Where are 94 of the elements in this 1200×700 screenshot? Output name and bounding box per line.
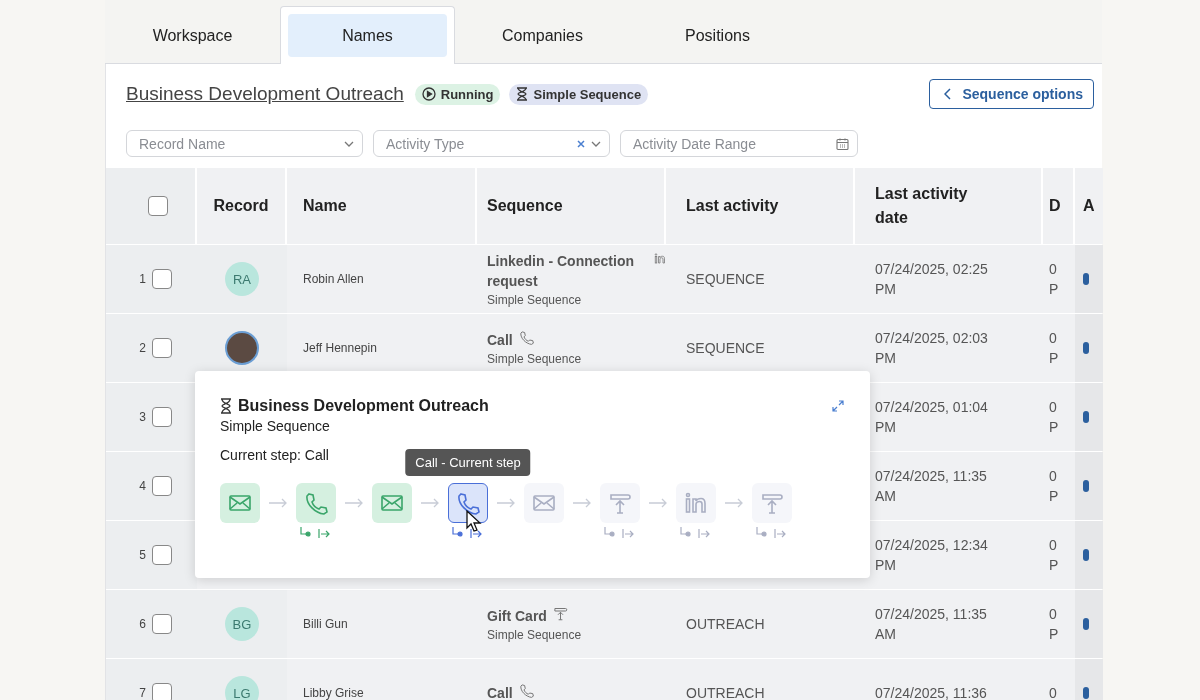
calendar-icon — [836, 137, 849, 150]
step-button[interactable] — [220, 483, 260, 523]
last-activity-text: OUTREACH — [686, 684, 765, 700]
date-text: 07/24/2025, 02:03 PM — [875, 329, 989, 368]
step-button[interactable] — [524, 483, 564, 523]
row-checkbox[interactable] — [152, 338, 172, 358]
hourglass-icon — [220, 398, 232, 414]
initials-avatar: LG — [225, 676, 259, 700]
date-text: 0 P — [1049, 605, 1060, 644]
hourglass-icon — [516, 87, 529, 101]
play-circle-icon — [421, 87, 436, 101]
column-header: Last activity date — [875, 184, 969, 228]
row-number: 3 — [139, 410, 146, 424]
sequence-title-link[interactable]: Business Development Outreach — [126, 83, 404, 105]
current-step-text: Current step: Call — [220, 447, 329, 463]
name-text: Robin Allen — [303, 272, 364, 286]
row-checkbox[interactable] — [152, 545, 172, 565]
name-text: Jeff Hennepin — [303, 341, 377, 355]
sequence-step-text: Gift Card — [487, 607, 547, 626]
date-text: 0 P — [1049, 260, 1060, 299]
arrow-right-icon — [724, 498, 744, 508]
row-checkbox[interactable] — [152, 407, 172, 427]
row-checkbox[interactable] — [152, 269, 172, 289]
date-text: 0 P — [1049, 467, 1060, 506]
row-number: 7 — [139, 686, 146, 700]
last-activity-text: SEQUENCE — [686, 270, 765, 289]
date-text: 07/24/2025, 11:35 AM — [875, 467, 988, 506]
tab[interactable]: Names — [280, 6, 455, 64]
date-text: 0 — [1049, 684, 1058, 700]
initials-avatar: BG — [225, 607, 259, 641]
popup-subtitle: Simple Sequence — [220, 418, 331, 434]
sequence-options-button[interactable]: Sequence options — [929, 79, 1094, 109]
arrow-right-icon — [268, 498, 288, 508]
date-text: 07/24/2025, 01:04 PM — [875, 398, 989, 437]
tab[interactable]: Workspace — [105, 6, 280, 64]
date-text: 07/24/2025, 12:34 PM — [875, 536, 989, 575]
column-header: Last activity — [686, 197, 779, 215]
chevron-down-icon — [344, 140, 354, 147]
date-text: 07/24/2025, 11:36 — [875, 684, 987, 700]
row-number: 5 — [139, 548, 146, 562]
arrow-right-icon — [344, 498, 364, 508]
arrow-right-icon — [572, 498, 592, 508]
name-text: Billi Gun — [303, 617, 348, 631]
step-button[interactable] — [676, 483, 716, 523]
row-number: 2 — [139, 341, 146, 355]
sequence-step-text: Call — [487, 684, 513, 700]
step-button[interactable] — [752, 483, 792, 523]
step-button[interactable] — [600, 483, 640, 523]
sequence-step-text: Linkedin - Connection request — [487, 252, 635, 291]
tab[interactable]: Companies — [455, 6, 630, 64]
arrow-right-icon — [496, 498, 516, 508]
filter-field[interactable]: Activity Type — [373, 130, 610, 157]
tab[interactable]: Positions — [630, 6, 805, 64]
filter-field[interactable]: Record Name — [126, 130, 363, 157]
sequence-type-badge: Simple Sequence — [509, 83, 649, 105]
select-all-checkbox[interactable] — [148, 196, 168, 216]
initials-avatar: RA — [225, 262, 259, 296]
row-number: 6 — [139, 617, 146, 631]
row-checkbox[interactable] — [152, 614, 172, 634]
step-button[interactable] — [372, 483, 412, 523]
column-header: Record — [213, 197, 269, 215]
step-button[interactable] — [296, 483, 336, 523]
date-text: 0 P — [1049, 398, 1060, 437]
popup-title: Business Development Outreach — [238, 397, 489, 415]
arrow-right-icon — [648, 498, 668, 508]
arrow-right-icon — [420, 498, 440, 508]
last-activity-text: OUTREACH — [686, 615, 765, 634]
chevron-left-icon — [944, 88, 953, 100]
chevron-down-icon — [591, 140, 601, 147]
column-header: D — [1049, 197, 1061, 215]
expand-icon[interactable] — [832, 400, 844, 412]
last-activity-text: SEQUENCE — [686, 339, 765, 358]
date-text: 07/24/2025, 11:35 AM — [875, 605, 988, 644]
sequence-step-text: Call — [487, 331, 513, 350]
sequence-name-text: Simple Sequence — [487, 628, 582, 642]
row-number: 1 — [139, 272, 146, 286]
date-text: 0 P — [1049, 329, 1060, 368]
row-checkbox[interactable] — [152, 683, 172, 700]
tooltip: Call - Current step — [405, 449, 531, 476]
filter-field[interactable]: Activity Date Range — [620, 130, 858, 157]
date-text: 07/24/2025, 02:25 PM — [875, 260, 989, 299]
photo-placeholder — [225, 331, 259, 365]
date-text: 0 P — [1049, 536, 1060, 575]
column-header: Name — [303, 197, 347, 215]
name-text: Libby Grise — [303, 686, 364, 700]
sequence-name-text: Simple Sequence — [487, 352, 582, 366]
mouse-cursor-icon — [466, 510, 482, 532]
row-checkbox[interactable] — [152, 476, 172, 496]
column-header: Sequence — [487, 197, 563, 215]
column-header: A — [1083, 197, 1095, 215]
row-number: 4 — [139, 479, 146, 493]
sequence-name-text: Simple Sequence — [487, 293, 582, 307]
clear-icon[interactable] — [577, 139, 585, 148]
status-badge: Running — [414, 83, 501, 105]
